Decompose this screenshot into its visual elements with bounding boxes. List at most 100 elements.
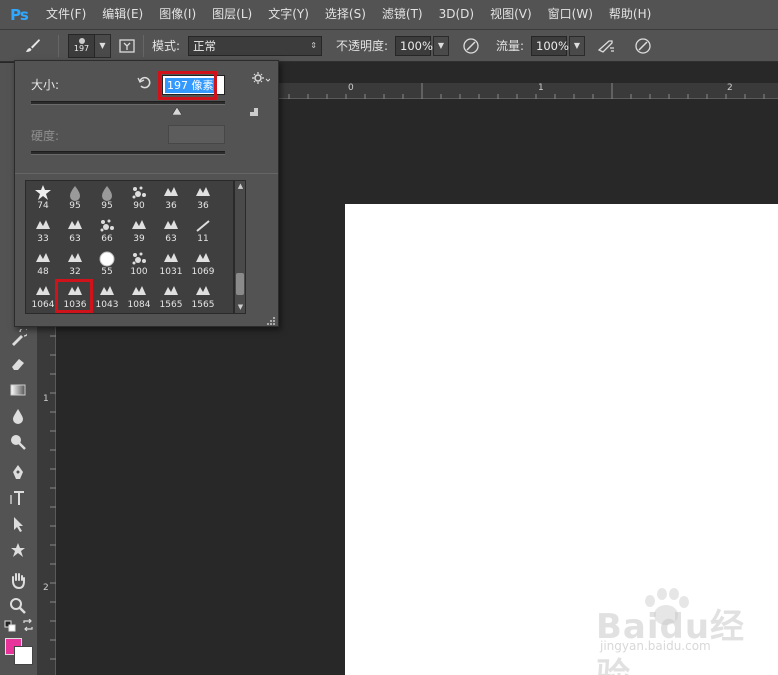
background-color-swatch[interactable] bbox=[14, 646, 33, 665]
arrow-cursor-icon bbox=[14, 517, 23, 532]
brush-preset-74[interactable]: 74 bbox=[27, 182, 59, 214]
airbrush-button[interactable] bbox=[595, 30, 617, 61]
menu-filter[interactable]: 滤镜(T) bbox=[374, 0, 431, 29]
brush-tip-icon bbox=[194, 250, 212, 267]
menu-image[interactable]: 图像(I) bbox=[151, 0, 204, 29]
opacity-input[interactable]: 100% bbox=[395, 35, 433, 56]
brush-preset-63[interactable]: 63 bbox=[155, 215, 187, 247]
mode-select[interactable]: 正常 ⇕ bbox=[188, 30, 322, 61]
brush-preset-66[interactable]: 66 bbox=[91, 215, 123, 247]
drop-icon bbox=[13, 409, 23, 424]
hand-tool[interactable] bbox=[7, 569, 29, 591]
eraser-tool[interactable] bbox=[7, 353, 29, 375]
brush-preset-33[interactable]: 33 bbox=[27, 215, 59, 247]
menu-window[interactable]: 窗口(W) bbox=[540, 0, 601, 29]
brush-preset-36[interactable]: 36 bbox=[155, 182, 187, 214]
flow-dropdown-icon[interactable]: ▼ bbox=[569, 35, 585, 56]
brush-preset-1069[interactable]: 1069 bbox=[187, 248, 219, 280]
brush-preset-1031[interactable]: 1031 bbox=[155, 248, 187, 280]
scroll-down-icon[interactable]: ▼ bbox=[236, 303, 245, 312]
resize-grip-icon bbox=[267, 317, 275, 325]
brush-tip-icon bbox=[162, 217, 180, 234]
history-brush-tool[interactable] bbox=[7, 327, 29, 349]
pen-tool[interactable] bbox=[7, 461, 29, 483]
type-tool[interactable] bbox=[7, 487, 29, 509]
brush-preset-48[interactable]: 48 bbox=[27, 248, 59, 280]
brush-preset-55[interactable]: 55 bbox=[91, 248, 123, 280]
pressure-size-button[interactable] bbox=[632, 30, 654, 61]
brush-preset-63[interactable]: 63 bbox=[59, 215, 91, 247]
brush-preset-11[interactable]: 11 bbox=[187, 215, 219, 247]
brush-preset-36[interactable]: 36 bbox=[187, 182, 219, 214]
brush-preset-95[interactable]: 95 bbox=[91, 182, 123, 214]
brush-preset-39[interactable]: 39 bbox=[123, 215, 155, 247]
hardness-slider-track[interactable] bbox=[31, 151, 225, 155]
brush-preset-1565[interactable]: 1565 bbox=[155, 281, 187, 313]
hardness-label: 硬度: bbox=[31, 129, 60, 143]
path-selection-tool[interactable] bbox=[7, 513, 29, 535]
brush-preset-90[interactable]: 90 bbox=[123, 182, 155, 214]
opacity-dropdown-icon[interactable]: ▼ bbox=[433, 35, 449, 56]
gradient-tool[interactable] bbox=[7, 379, 29, 401]
brush-tip-icon bbox=[98, 217, 116, 234]
dodge-tool[interactable] bbox=[7, 431, 29, 453]
gradient-icon bbox=[10, 384, 26, 396]
brush-preset-1043[interactable]: 1043 bbox=[91, 281, 123, 313]
menu-type[interactable]: 文字(Y) bbox=[260, 0, 317, 29]
pen-pressure-icon bbox=[460, 35, 482, 57]
brush-preset-32[interactable]: 32 bbox=[59, 248, 91, 280]
eraser-icon bbox=[12, 359, 24, 370]
scrollbar-thumb[interactable] bbox=[236, 273, 244, 295]
resize-grip[interactable] bbox=[267, 315, 276, 329]
brush-preset-1084[interactable]: 1084 bbox=[123, 281, 155, 313]
flow-input[interactable]: 100% bbox=[531, 35, 569, 56]
menu-select[interactable]: 选择(S) bbox=[317, 0, 374, 29]
pen-icon bbox=[13, 465, 23, 479]
brush-preset-size: 36 bbox=[165, 201, 177, 211]
size-slider-thumb[interactable] bbox=[170, 104, 183, 116]
size-slider-track[interactable] bbox=[31, 101, 225, 105]
zoom-tool[interactable] bbox=[7, 595, 29, 617]
scroll-up-icon[interactable]: ▲ bbox=[236, 182, 245, 191]
triangle-thumb-icon bbox=[170, 106, 183, 116]
mode-dropdown[interactable]: 正常 ⇕ bbox=[188, 35, 322, 56]
brush-tip-icon bbox=[130, 283, 148, 300]
brush-preset-100[interactable]: 100 bbox=[123, 248, 155, 280]
ruler-label-v2: 2 bbox=[43, 583, 49, 593]
pressure-opacity-button[interactable] bbox=[460, 30, 482, 61]
menu-help[interactable]: 帮助(H) bbox=[601, 0, 659, 29]
brush-preset-size: 1565 bbox=[159, 300, 183, 310]
brush-preset-size: 1031 bbox=[159, 267, 183, 277]
menu-bar: Ps 文件(F) 编辑(E) 图像(I) 图层(L) 文字(Y) 选择(S) 滤… bbox=[0, 0, 778, 29]
brush-tip-icon bbox=[194, 217, 212, 234]
magnifier-icon bbox=[10, 598, 26, 614]
reset-size-button[interactable] bbox=[137, 75, 151, 92]
menu-edit[interactable]: 编辑(E) bbox=[94, 0, 151, 29]
chevron-down-icon[interactable]: ▼ bbox=[95, 33, 111, 58]
menu-layer[interactable]: 图层(L) bbox=[204, 0, 260, 29]
custom-shape-tool[interactable] bbox=[7, 539, 29, 561]
brush-tool-preset-button[interactable] bbox=[22, 30, 44, 61]
brush-preset-size: 1565 bbox=[191, 300, 215, 310]
highlight-box-size bbox=[158, 71, 217, 100]
menu-3d[interactable]: 3D(D) bbox=[431, 0, 482, 29]
swap-colors-button[interactable] bbox=[22, 618, 34, 632]
menu-view[interactable]: 视图(V) bbox=[482, 0, 540, 29]
brush-size-preview[interactable]: 197 bbox=[68, 33, 95, 58]
panel-settings-button[interactable] bbox=[252, 72, 271, 87]
brush-panel-toggle[interactable] bbox=[116, 30, 138, 61]
menu-file[interactable]: 文件(F) bbox=[38, 0, 94, 29]
brush-tip-icon bbox=[194, 184, 212, 201]
watermark-url: jingyan.baidu.com bbox=[600, 639, 711, 653]
default-colors-button[interactable] bbox=[4, 620, 16, 632]
brush-tip-icon bbox=[130, 184, 148, 201]
brush-preset-picker[interactable]: 197 ▼ bbox=[68, 30, 111, 61]
presets-scrollbar[interactable]: ▲ ▼ bbox=[234, 180, 246, 314]
new-preset-button[interactable] bbox=[248, 106, 260, 121]
brush-preset-1565[interactable]: 1565 bbox=[187, 281, 219, 313]
blur-tool[interactable] bbox=[7, 405, 29, 427]
brush-preset-95[interactable]: 95 bbox=[59, 182, 91, 214]
brush-tip-icon bbox=[98, 250, 116, 267]
hardness-input[interactable] bbox=[168, 125, 225, 144]
brush-tip-icon bbox=[162, 184, 180, 201]
